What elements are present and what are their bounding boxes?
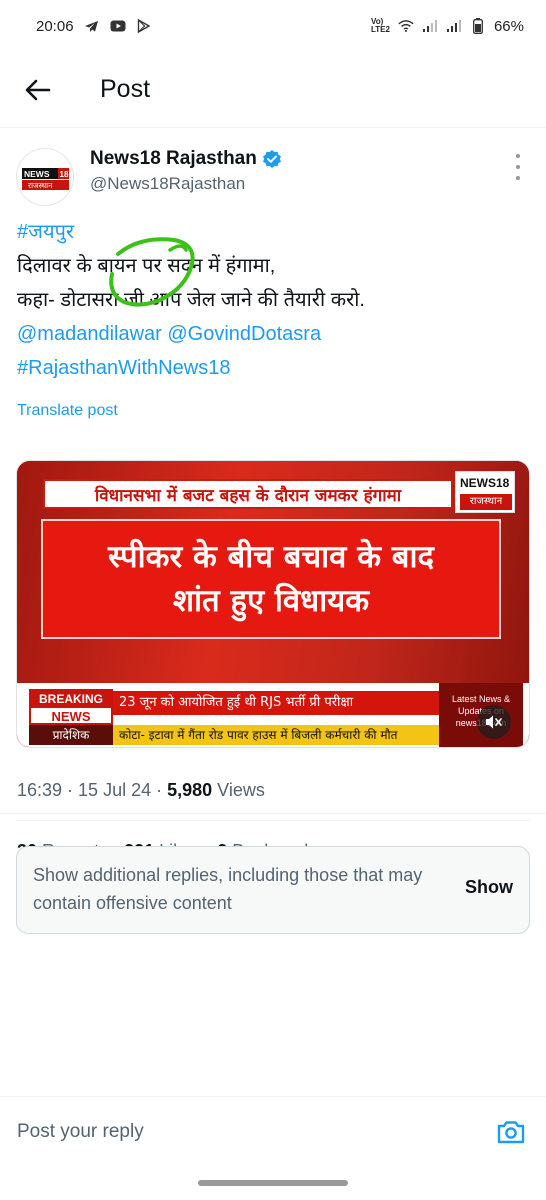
wifi-icon <box>398 18 414 34</box>
author-name[interactable]: News18 Rajasthan <box>90 148 282 170</box>
post-time: 16:39 <box>17 780 63 800</box>
mentions-link[interactable]: @madandilawar @GovindDotasra <box>17 317 537 351</box>
home-indicator[interactable] <box>198 1180 348 1186</box>
telegram-icon <box>84 18 100 34</box>
post-date: 15 Jul 24 <box>78 780 152 800</box>
youtube-icon <box>110 18 126 34</box>
media-logo-bottom: राजस्थान <box>460 494 512 510</box>
post-meta: 16:39 · 15 Jul 24 · 5,980 Views <box>17 780 265 800</box>
battery-icon <box>470 18 486 34</box>
camera-button[interactable] <box>496 1117 526 1147</box>
back-button[interactable] <box>14 66 62 114</box>
battery-percent: 66% <box>493 17 524 35</box>
media-headline-line1: स्पीकर के बीच बचाव के बाद <box>107 539 435 575</box>
ticker-line-1: 23 जून को आयोजित हुई थी RJS भर्ती प्री प… <box>113 691 443 715</box>
author-name-text: News18 Rajasthan <box>90 148 257 169</box>
camera-icon <box>497 1121 525 1144</box>
more-dot <box>516 165 520 169</box>
page-title: Post <box>100 75 151 103</box>
more-dot <box>516 176 520 180</box>
more-dot <box>516 154 520 158</box>
translate-post-link[interactable]: Translate post <box>17 402 118 420</box>
post: NEWS 18 राजस्थान News18 Rajasthan @News1… <box>0 140 546 929</box>
video-media-card[interactable]: विधानसभा में बजट बहस के दौरान जमकर हंगाम… <box>16 460 530 748</box>
additional-replies-box: Show additional replies, including those… <box>16 846 530 934</box>
news18-logo: NEWS18 राजस्थान <box>455 471 515 513</box>
volte-bottom: LTE2 <box>371 25 390 34</box>
author-handle[interactable]: @News18Rajasthan <box>90 174 245 194</box>
avatar[interactable]: NEWS 18 राजस्थान <box>16 148 74 206</box>
status-time: 20:06 <box>36 17 74 35</box>
play-store-icon <box>136 18 152 34</box>
svg-text:18: 18 <box>60 170 69 179</box>
volte-indicator: Vo) LTE2 <box>371 18 390 34</box>
svg-text:NEWS: NEWS <box>24 169 50 179</box>
additional-replies-text: Show additional replies, including those… <box>33 865 423 913</box>
views-count: 5,980 <box>167 780 213 800</box>
post-text-line: दिलावर के बायन पर सदन में हंगामा, <box>17 255 276 277</box>
show-button[interactable]: Show <box>465 877 513 898</box>
breaking-news-badge: BREAKING NEWS <box>29 689 113 725</box>
media-headline-line2: शांत हुए विधायक <box>172 583 370 619</box>
signal-icon-1 <box>422 18 438 34</box>
status-bar: 20:06 Vo) LTE2 66% <box>0 0 546 52</box>
top-app-bar: Post <box>0 52 546 128</box>
more-options-button[interactable] <box>508 154 528 180</box>
media-logo-top: NEWS18 <box>460 476 510 490</box>
post-author-row: NEWS 18 राजस्थान News18 Rajasthan @News1… <box>0 140 546 206</box>
divider <box>16 820 530 821</box>
post-text-line: कहा- डोटासरा जी आप जेल जाने की तैयारी कर… <box>17 289 365 311</box>
media-headline: स्पीकर के बीच बचाव के बाद शांत हुए विधाय… <box>41 519 501 639</box>
latest-line: Latest News & <box>451 694 511 704</box>
reply-composer: Post your reply <box>0 1096 546 1170</box>
speaker-muted-icon <box>486 715 502 729</box>
hashtag-link[interactable]: #RajasthanWithNews18 <box>17 351 537 385</box>
post-text: #जयपुर दिलावर के बायन पर सदन में हंगामा,… <box>17 215 537 385</box>
news-label: NEWS <box>51 709 91 724</box>
verified-badge-icon <box>262 150 281 168</box>
reply-input[interactable]: Post your reply <box>17 1121 144 1143</box>
mute-button[interactable] <box>477 705 511 739</box>
back-arrow-icon <box>25 79 51 100</box>
media-ticker: BREAKING NEWS 23 जून को आयोजित हुई थी RJ… <box>17 683 529 747</box>
signal-icon-2 <box>446 18 462 34</box>
section-separator <box>0 813 546 814</box>
ticker-category: प्रादेशिक <box>29 725 113 745</box>
breaking-label: BREAKING <box>31 691 111 708</box>
hashtag-link[interactable]: #जयपुर <box>17 215 537 249</box>
views-label: Views <box>217 780 265 800</box>
ticker-line-2: कोटा- इटावा में गैंता रोड पावर हाउस में … <box>113 725 443 745</box>
svg-text:राजस्थान: राजस्थान <box>28 181 53 190</box>
media-top-banner: विधानसभा में बजट बहस के दौरान जमकर हंगाम… <box>43 479 453 509</box>
avatar-logo: NEWS 18 राजस्थान <box>22 168 69 190</box>
